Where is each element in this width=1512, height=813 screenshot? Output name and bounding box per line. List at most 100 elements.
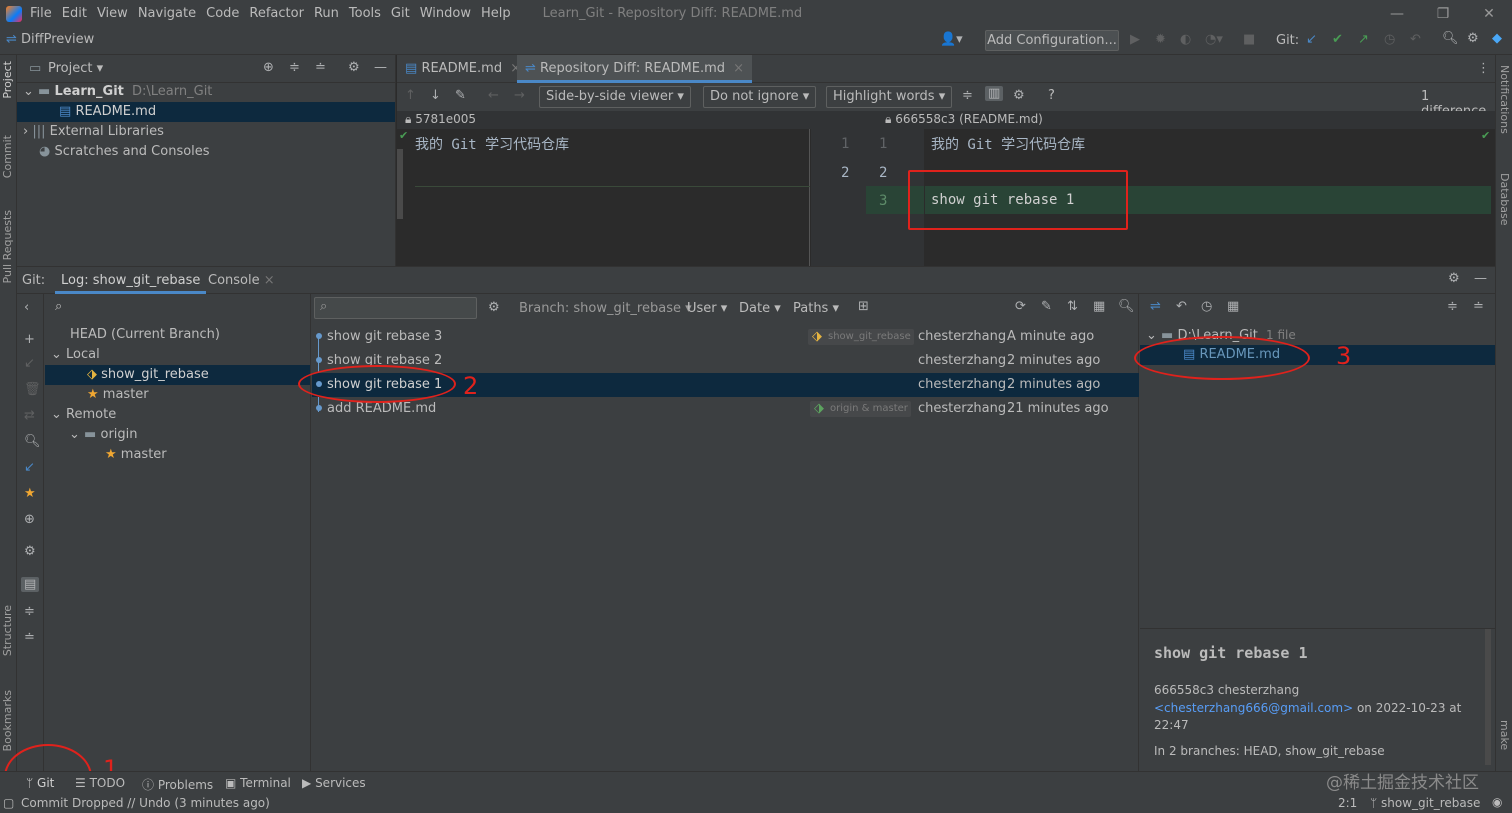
caret-position[interactable]: 2:1	[1338, 796, 1357, 810]
commit-tool-tab[interactable]: Commit	[1, 135, 14, 178]
bottom-tab-terminal[interactable]: ▣ Terminal	[225, 776, 291, 790]
revert-icon[interactable]: ↶	[1176, 299, 1187, 314]
viewer-select[interactable]: Side-by-side viewer ▾	[539, 86, 691, 108]
search-icon[interactable]: 🔍︎	[1118, 299, 1135, 314]
menu-refactor[interactable]: Refactor	[249, 6, 304, 21]
status-message[interactable]: Commit Dropped // Undo (3 minutes ago)	[21, 796, 270, 810]
tree-item-scratches[interactable]: ◕ Scratches and Consoles	[17, 142, 210, 162]
close-icon[interactable]: ×	[264, 273, 275, 288]
back-icon[interactable]: ‹	[24, 300, 29, 315]
log-search-input[interactable]: ⌕	[314, 297, 477, 319]
database-tool-tab[interactable]: Database	[1498, 173, 1511, 226]
cherry-pick-icon[interactable]: ⊞	[858, 299, 869, 314]
user-icon[interactable]: 👤▾	[940, 32, 963, 47]
menu-window[interactable]: Window	[420, 6, 471, 21]
collapse-all-icon[interactable]: ≐	[315, 60, 326, 75]
search-icon[interactable]: 🔍︎	[24, 434, 41, 449]
sort-icon[interactable]: ⇅	[1067, 299, 1078, 314]
menu-view[interactable]: View	[97, 6, 128, 21]
highlight-select[interactable]: Highlight words ▾	[826, 86, 953, 108]
stop-icon[interactable]: ■	[1243, 32, 1255, 47]
forward-icon[interactable]: →	[514, 88, 525, 103]
scrollbar[interactable]	[1485, 629, 1491, 765]
branch-head[interactable]: HEAD (Current Branch)	[70, 325, 220, 345]
menu-tools[interactable]: Tools	[349, 6, 381, 21]
locate-icon[interactable]: ⊕	[24, 512, 35, 527]
hide-icon[interactable]: —	[374, 60, 387, 75]
expand-all-icon[interactable]: ≑	[24, 604, 35, 619]
git-history-icon[interactable]: ◷	[1384, 32, 1395, 47]
branch-group-local[interactable]: ⌄ Local	[51, 345, 100, 365]
more-tabs-icon[interactable]: ⋮	[1477, 61, 1490, 76]
menu-navigate[interactable]: Navigate	[138, 6, 196, 21]
highlight-icon[interactable]: ✎	[1041, 299, 1052, 314]
branch-item-show-git-rebase[interactable]: ⬗ show_git_rebase	[45, 365, 310, 385]
project-tool-tab[interactable]: Project	[1, 61, 14, 99]
update-icon[interactable]: ↙	[24, 460, 35, 475]
refresh-icon[interactable]: ⟳	[1015, 299, 1026, 314]
back-icon[interactable]: ←	[488, 88, 499, 103]
gear-icon[interactable]: ⚙	[488, 300, 500, 315]
scrollbar[interactable]	[397, 149, 403, 219]
ignore-select[interactable]: Do not ignore ▾	[703, 86, 817, 108]
locate-icon[interactable]: ⊕	[263, 60, 274, 75]
menu-run[interactable]: Run	[314, 6, 339, 21]
branch-item-master[interactable]: ★ master	[87, 385, 149, 405]
close-icon[interactable]: ×	[733, 61, 744, 76]
close-window-icon[interactable]: ✕	[1466, 6, 1512, 22]
gear-icon[interactable]: ⚙	[348, 60, 360, 75]
structure-tool-tab[interactable]: Structure	[1, 605, 14, 656]
add-configuration-button[interactable]: Add Configuration...	[985, 30, 1119, 51]
restore-icon[interactable]: ❐	[1420, 6, 1466, 22]
settings-icon[interactable]: ⚙	[1467, 31, 1479, 46]
collapse-all-icon[interactable]: ≐	[1473, 299, 1484, 314]
search-everywhere-icon[interactable]: 🔍︎	[1442, 31, 1459, 46]
delete-icon[interactable]: 🗑︎	[24, 382, 41, 397]
collapse-unchanged-icon[interactable]: ≑	[962, 88, 973, 103]
notification-icon[interactable]: ◉	[1492, 795, 1502, 809]
edit-source-icon[interactable]: ✎	[455, 88, 466, 103]
git-branch-widget[interactable]: ᛘ show_git_rebase	[1370, 796, 1480, 810]
bottom-tab-services[interactable]: ▶ Services	[302, 776, 366, 790]
git-rollback-icon[interactable]: ↶	[1410, 32, 1421, 47]
git-push-icon[interactable]: ↗	[1358, 32, 1369, 47]
run-icon[interactable]: ▶	[1130, 32, 1140, 47]
next-difference-icon[interactable]: ↓	[430, 88, 441, 103]
toolbox-icon[interactable]: ◆	[1492, 31, 1502, 46]
checkout-icon[interactable]: ↙	[24, 356, 35, 371]
favorite-star-icon[interactable]: ★	[24, 486, 36, 501]
expand-all-icon[interactable]: ≑	[289, 60, 300, 75]
left-code-pane[interactable]: ✔ 我的 Git 学习代码仓库	[397, 129, 810, 266]
commit-row[interactable]: show git rebase 2 chesterzhang 2 minutes…	[312, 349, 1139, 373]
tree-item-external-libraries[interactable]: › ||| External Libraries	[17, 122, 164, 142]
gear-icon[interactable]: ⚙	[1013, 88, 1025, 103]
grid-icon[interactable]: ▦	[1093, 299, 1105, 314]
remote-origin[interactable]: ⌄ ▬ origin	[69, 425, 138, 445]
git-commit-icon[interactable]: ✔	[1332, 32, 1343, 47]
group-by-icon[interactable]: ▤	[21, 577, 40, 592]
bottom-tab-git[interactable]: ᛘ Git	[26, 776, 54, 790]
profile-icon[interactable]: ◔▾	[1205, 32, 1223, 47]
project-view-selector[interactable]: Project ▾	[48, 61, 103, 76]
collapse-all-icon[interactable]: ≐	[24, 630, 35, 645]
tab-readme[interactable]: ▤ README.md ×	[397, 55, 529, 83]
grid-icon[interactable]: ▦	[1227, 299, 1239, 314]
prev-difference-icon[interactable]: ↑	[405, 88, 416, 103]
commit-row[interactable]: add README.md origin & master ⬗ chesterz…	[312, 397, 1139, 421]
branch-item-origin-master[interactable]: ★ master	[105, 445, 167, 465]
sync-scroll-icon[interactable]: ▥	[985, 86, 1004, 101]
make-tool-tab[interactable]: make	[1498, 720, 1511, 750]
show-diff-icon[interactable]: ⇌	[1150, 299, 1161, 314]
branch-search-input[interactable]: ⌕	[51, 297, 305, 319]
notifications-tool-tab[interactable]: Notifications	[1498, 65, 1511, 134]
gear-icon[interactable]: ⚙	[1448, 271, 1460, 286]
expand-all-icon[interactable]: ≑	[1447, 299, 1458, 314]
tab-console[interactable]: Console ×	[208, 273, 275, 288]
commit-row[interactable]: show git rebase 3 show_git_rebase ⬗ ches…	[312, 325, 1139, 349]
debug-icon[interactable]: ✹	[1155, 32, 1166, 47]
date-filter[interactable]: Date ▾	[739, 301, 781, 316]
paths-filter[interactable]: Paths ▾	[793, 301, 839, 316]
compare-icon[interactable]: ⇄	[24, 408, 35, 423]
help-icon[interactable]: ?	[1048, 88, 1055, 103]
gear-icon[interactable]: ⚙	[24, 544, 36, 559]
